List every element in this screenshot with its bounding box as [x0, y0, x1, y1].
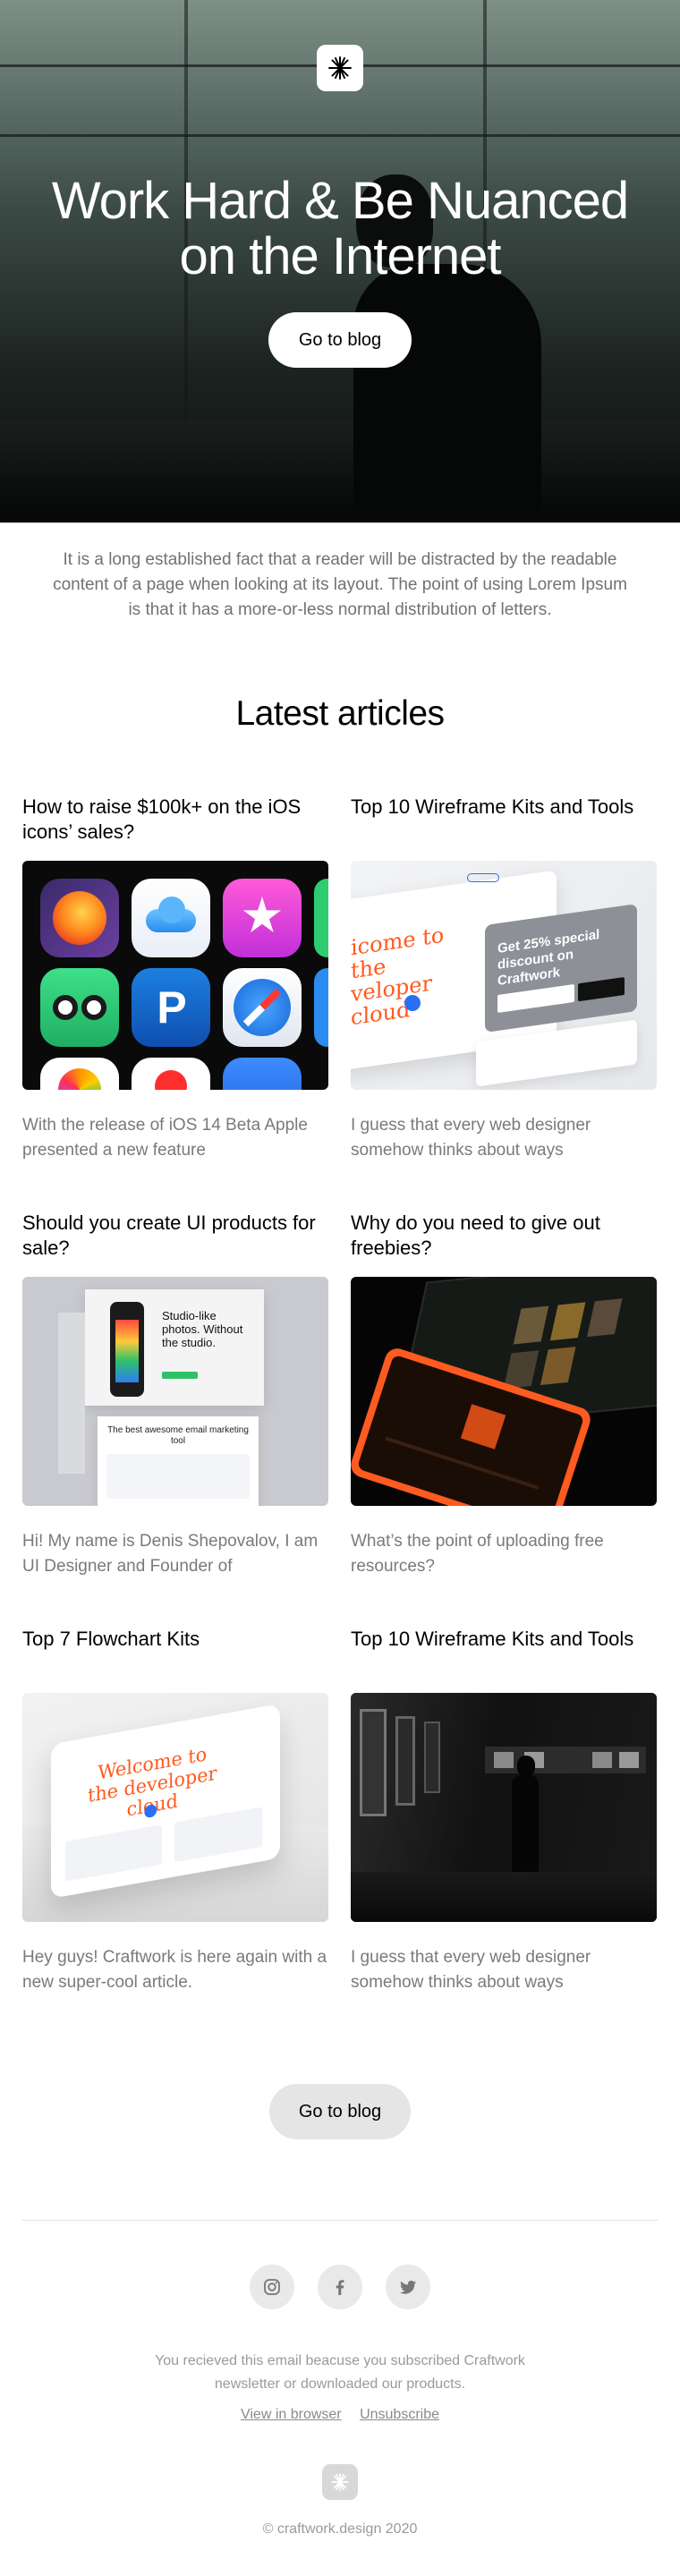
footer-logo[interactable] — [322, 2464, 358, 2500]
article-thumbnail[interactable] — [351, 1277, 657, 1506]
star-burst-icon — [331, 2473, 349, 2491]
gallery-back-wall — [485, 1747, 646, 1773]
mockup-heading: The best awesome email marketing tool — [107, 1425, 249, 1446]
mockup-list — [174, 1807, 263, 1863]
hero-banner: Work Hard & Be Nuanced on the Internet G… — [0, 0, 680, 523]
article-title[interactable]: Why do you need to give out freebies? — [351, 1211, 657, 1266]
hero-title: Work Hard & Be Nuanced on the Internet — [0, 174, 680, 285]
gallery-frame — [424, 1722, 440, 1793]
footer-notice: You recieved this email beacuse you subs… — [155, 2353, 525, 2392]
app-icon-partial — [314, 879, 328, 957]
facebook-link[interactable] — [318, 2265, 362, 2309]
mockup-button — [578, 977, 625, 1002]
article-thumbnail[interactable]: P — [22, 861, 328, 1090]
article-card[interactable]: Top 7 Flowchart Kits Welcome to the deve… — [22, 1627, 328, 1995]
mockup-shadow — [58, 1313, 85, 1474]
gallery-frame — [360, 1709, 387, 1816]
app-icon-red — [132, 1058, 210, 1090]
photos-app-icon — [40, 1058, 119, 1090]
mockup-headline: icome to the veloper cloud — [351, 922, 445, 1031]
article-card[interactable]: Should you create UI products for sale? … — [22, 1211, 328, 1579]
article-title[interactable]: Top 10 Wireframe Kits and Tools — [351, 795, 657, 850]
instagram-link[interactable] — [250, 2265, 294, 2309]
person-silhouette — [512, 1775, 539, 1883]
dropbox-app-icon — [223, 1058, 302, 1090]
gallery-frame — [395, 1716, 415, 1806]
go-to-blog-button[interactable]: Go to blog — [268, 312, 412, 368]
mockup-promo-text: Get 25% special discount on Craftwork — [497, 926, 600, 989]
hero-floor — [0, 421, 680, 523]
mockup-page: Studio-like photos. Without the studio. — [85, 1289, 264, 1406]
article-title[interactable]: Should you create UI products for sale? — [22, 1211, 328, 1266]
article-excerpt: I guess that every web designer somehow … — [351, 1116, 591, 1160]
hero-title-line-1: Work Hard & Be Nuanced — [51, 172, 629, 230]
itunes-store-app-icon — [223, 879, 302, 957]
article-thumbnail[interactable]: Welcome to the developer cloud — [22, 1693, 328, 1922]
craftwork-logo[interactable] — [317, 45, 363, 91]
instagram-icon — [264, 2279, 280, 2295]
article-excerpt: Hey guys! Craftwork is here again with a… — [22, 1948, 327, 1992]
article-title[interactable]: Top 7 Flowchart Kits — [22, 1627, 328, 1682]
phone-mockup — [110, 1302, 144, 1397]
article-title[interactable]: Top 10 Wireframe Kits and Tools — [351, 1627, 657, 1682]
email-page: Work Hard & Be Nuanced on the Internet G… — [0, 0, 680, 2576]
go-to-blog-button-bottom[interactable]: Go to blog — [269, 2084, 411, 2139]
article-card[interactable]: Top 10 Wireframe Kits and Tools I guess … — [351, 1627, 657, 1995]
mockup-button — [162, 1372, 198, 1379]
mockup-promo-card: Get 25% special discount on Craftwork — [485, 904, 637, 1033]
article-card[interactable]: Why do you need to give out freebies? Wh… — [351, 1211, 657, 1579]
paypal-app-icon: P — [132, 968, 210, 1047]
mockup-pill — [467, 873, 499, 882]
footer-divider — [21, 2220, 659, 2221]
mockup-heading: Studio-like photos. Without the studio. — [162, 1309, 243, 1349]
firefox-app-icon — [40, 879, 119, 957]
article-excerpt: What’s the point of uploading free resou… — [351, 1532, 604, 1576]
article-thumbnail[interactable]: icome to the veloper cloud Get 25% speci… — [351, 861, 657, 1090]
article-title[interactable]: How to raise $100k+ on the iOS icons’ sa… — [22, 795, 328, 850]
safari-app-icon — [223, 968, 302, 1047]
twitter-link[interactable] — [386, 2265, 430, 2309]
unsubscribe-link[interactable]: Unsubscribe — [360, 2407, 439, 2422]
gallery-floor — [351, 1872, 657, 1922]
mockup-dot — [404, 995, 421, 1011]
hero-title-line-2: on the Internet — [179, 227, 501, 285]
mockup-input — [497, 983, 574, 1013]
window-frame — [0, 134, 680, 137]
article-card[interactable]: How to raise $100k+ on the iOS icons’ sa… — [22, 795, 328, 1163]
article-thumbnail[interactable]: Studio-like photos. Without the studio. … — [22, 1277, 328, 1506]
copyright: © craftwork.design 2020 — [262, 2521, 418, 2537]
star-burst-icon — [328, 56, 352, 80]
person-silhouette — [517, 1756, 535, 1777]
footer-links: View in browser Unsubscribe — [0, 2407, 680, 2423]
article-excerpt: I guess that every web designer somehow … — [351, 1948, 591, 1992]
person-silhouette — [353, 264, 541, 523]
tripadvisor-app-icon — [40, 968, 119, 1047]
article-excerpt: With the release of iOS 14 Beta Apple pr… — [22, 1116, 308, 1160]
view-in-browser-link[interactable]: View in browser — [241, 2407, 342, 2422]
article-thumbnail[interactable] — [351, 1693, 657, 1922]
mockup-table — [106, 1454, 250, 1499]
mockup-dot — [144, 1803, 157, 1819]
twitter-icon — [400, 2280, 416, 2294]
app-icon-partial — [314, 968, 328, 1047]
mockup-list — [64, 1824, 163, 1882]
article-excerpt: Hi! My name is Denis Shepovalov, I am UI… — [22, 1532, 319, 1576]
intro-paragraph: It is a long established fact that a rea… — [53, 550, 627, 619]
mockup-page: The best awesome email marketing tool — [98, 1416, 259, 1506]
facebook-icon — [336, 2280, 344, 2295]
icloud-app-icon — [132, 879, 210, 957]
article-card[interactable]: Top 10 Wireframe Kits and Tools icome to… — [351, 795, 657, 1163]
section-title: Latest articles — [235, 694, 445, 733]
